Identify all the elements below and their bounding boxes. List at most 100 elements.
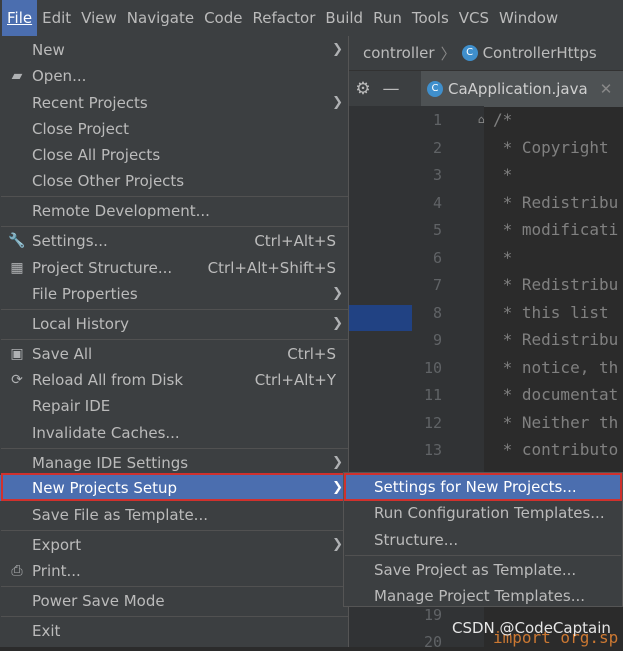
menu-vcs[interactable]: VCS	[454, 0, 494, 36]
menu-refactor[interactable]: Refactor	[247, 0, 320, 36]
code-line: *	[493, 165, 513, 184]
print-icon: ⎙	[11, 563, 23, 579]
menu-separator	[1, 530, 348, 531]
line-number: 7	[432, 276, 442, 294]
menu-item-export-label: Export	[32, 536, 82, 554]
line-number: 3	[432, 166, 442, 184]
highlight-outline	[344, 473, 622, 501]
line-number: 8	[432, 304, 442, 322]
code-line: * modificati	[493, 220, 619, 239]
menu-separator	[1, 448, 348, 449]
menu-item-print[interactable]: ⎙ Print...	[0, 558, 348, 584]
menu-item-close-project[interactable]: Close Project	[0, 116, 348, 142]
editor-tab-label: CaApplication.java	[448, 80, 588, 98]
menu-build[interactable]: Build	[320, 0, 368, 36]
code-line: /*	[493, 110, 513, 129]
menu-item-close-other-projects-label: Close Other Projects	[32, 172, 185, 190]
menu-bar: File Edit View Navigate Code Refactor Bu…	[0, 0, 623, 36]
line-number: 5	[432, 221, 442, 239]
menu-item-local-history[interactable]: Local History ❯	[0, 311, 348, 337]
menu-item-export[interactable]: Export ❯	[0, 532, 348, 558]
code-line: * this list	[493, 303, 609, 322]
menu-item-project-structure[interactable]: ▦ Project Structure... Ctrl+Alt+Shift+S	[0, 255, 348, 281]
menu-item-invalidate-caches[interactable]: Invalidate Caches...	[0, 420, 348, 446]
line-number: 4	[432, 194, 442, 212]
save-icon: ▣	[10, 346, 24, 362]
line-number: 13	[423, 441, 442, 459]
code-line: * Copyright	[493, 138, 609, 157]
breadcrumb-controller[interactable]: controller	[363, 44, 435, 62]
menu-item-repair-ide[interactable]: Repair IDE	[0, 393, 348, 419]
menu-item-remote-development[interactable]: Remote Development...	[0, 198, 348, 224]
menu-tools[interactable]: Tools	[407, 0, 454, 36]
reload-icon: ⟳	[11, 372, 23, 388]
menu-separator	[1, 586, 348, 587]
menu-item-close-other-projects[interactable]: Close Other Projects	[0, 168, 348, 194]
shortcut-label: Ctrl+Alt+Y	[254, 371, 336, 389]
submenu-item-manage-project-templates[interactable]: Manage Project Templates...	[344, 583, 622, 609]
highlight-outline	[1, 473, 346, 501]
menu-item-invalidate-caches-label: Invalidate Caches...	[32, 424, 180, 442]
submenu-item-save-project-as-template-label: Save Project as Template...	[374, 561, 577, 579]
submenu-item-save-project-as-template[interactable]: Save Project as Template...	[344, 557, 622, 583]
breadcrumb-separator-icon: 〉	[440, 44, 456, 63]
menu-item-settings-label: Settings...	[32, 232, 108, 250]
menu-file[interactable]: File	[2, 0, 38, 36]
menu-code[interactable]: Code	[199, 0, 247, 36]
menu-item-recent-projects-label: Recent Projects	[32, 94, 148, 112]
menu-item-reload-all[interactable]: ⟳ Reload All from Disk Ctrl+Alt+Y	[0, 367, 348, 393]
shortcut-label: Ctrl+Alt+S	[254, 232, 336, 250]
code-line: *	[493, 248, 513, 267]
menu-item-save-file-as-template-label: Save File as Template...	[32, 506, 208, 524]
gear-icon[interactable]: ⚙	[349, 79, 377, 99]
close-icon[interactable]: ✕	[600, 80, 613, 98]
menu-item-print-label: Print...	[32, 562, 81, 580]
wrench-icon: 🔧	[8, 233, 26, 249]
menu-item-file-properties[interactable]: File Properties ❯	[0, 281, 348, 307]
menu-file-label: File	[7, 9, 33, 27]
menu-item-exit[interactable]: Exit	[0, 618, 348, 644]
line-number: 6	[432, 249, 442, 267]
breadcrumb-class[interactable]: ControllerHttps	[483, 44, 597, 62]
menu-item-close-project-label: Close Project	[32, 120, 129, 138]
menu-item-exit-label: Exit	[32, 622, 61, 640]
menu-item-settings[interactable]: 🔧 Settings... Ctrl+Alt+S	[0, 228, 348, 254]
menu-item-open[interactable]: ▰ Open...	[0, 63, 348, 89]
menu-item-save-all-label: Save All	[32, 345, 93, 363]
menu-run[interactable]: Run	[368, 0, 407, 36]
menu-item-save-file-as-template[interactable]: Save File as Template...	[0, 502, 348, 528]
menu-separator	[1, 309, 348, 310]
menu-item-recent-projects[interactable]: Recent Projects ❯	[0, 90, 348, 116]
file-menu: New ❯ ▰ Open... Recent Projects ❯ Close …	[0, 36, 349, 647]
code-line: * Neither th	[493, 413, 619, 432]
code-line: * Redistribu	[493, 193, 619, 212]
menu-item-power-save-mode[interactable]: Power Save Mode	[0, 588, 348, 614]
line-number: 12	[423, 414, 442, 432]
menu-separator	[345, 555, 621, 556]
editor-tab[interactable]: C CaApplication.java ✕	[421, 71, 623, 107]
menu-separator	[1, 339, 348, 340]
line-number: 20	[423, 633, 442, 651]
submenu-item-structure[interactable]: Structure...	[344, 527, 622, 553]
watermark: CSDN @CodeCaptain	[452, 619, 611, 637]
menu-item-repair-ide-label: Repair IDE	[32, 397, 111, 415]
chevron-right-icon: ❯	[332, 286, 343, 301]
submenu-item-structure-label: Structure...	[374, 531, 459, 549]
menu-separator	[1, 196, 348, 197]
java-class-icon: C	[427, 81, 443, 97]
menu-window[interactable]: Window	[494, 0, 563, 36]
submenu-item-run-configuration-templates[interactable]: Run Configuration Templates...	[344, 500, 622, 526]
menu-view[interactable]: View	[76, 0, 122, 36]
menu-item-save-all[interactable]: ▣ Save All Ctrl+S	[0, 341, 348, 367]
line-number: 2	[432, 139, 442, 157]
minimize-icon[interactable]: —	[377, 79, 405, 99]
menu-edit[interactable]: Edit	[37, 0, 76, 36]
submenu-item-run-configuration-templates-label: Run Configuration Templates...	[374, 504, 605, 522]
menu-item-close-all-projects-label: Close All Projects	[32, 146, 161, 164]
folder-icon: ▰	[11, 68, 23, 84]
menu-item-new[interactable]: New ❯	[0, 37, 348, 63]
fold-icon[interactable]: ⌂	[478, 113, 488, 126]
menu-item-close-all-projects[interactable]: Close All Projects	[0, 142, 348, 168]
menu-navigate[interactable]: Navigate	[122, 0, 199, 36]
menu-separator	[1, 616, 348, 617]
